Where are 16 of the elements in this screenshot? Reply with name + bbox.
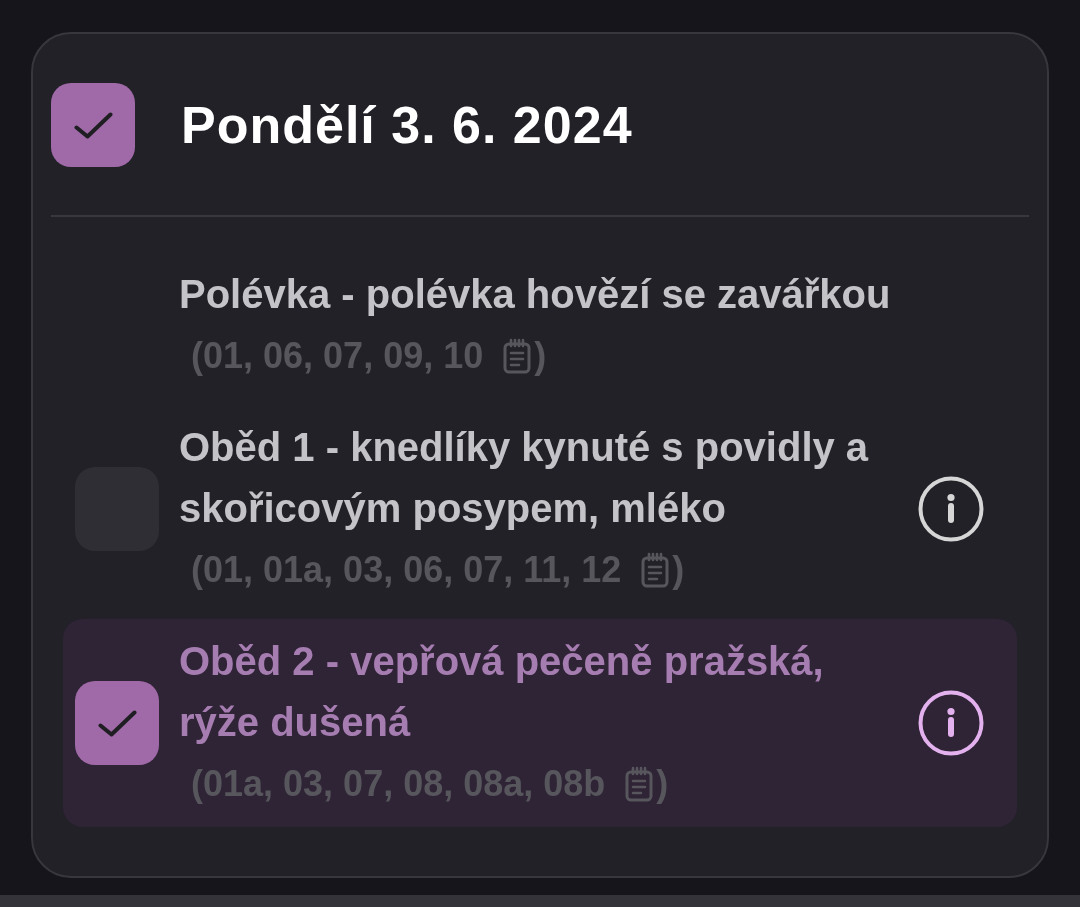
notepad-icon	[503, 338, 532, 374]
checkbox[interactable]	[51, 83, 135, 167]
meal-name: Polévka - polévka hovězí se zavářkou	[179, 271, 892, 318]
notepad-icon	[641, 552, 670, 588]
info-icon[interactable]	[918, 690, 984, 756]
closing-paren: )	[656, 762, 669, 806]
closing-paren: )	[534, 334, 547, 378]
checkbox[interactable]	[75, 681, 159, 765]
meal-name: Oběd 1 - knedlíky kynuté s povidly a skořicovým posypem, mléko	[179, 424, 870, 532]
notepad-icon	[625, 766, 654, 802]
checkmark-icon	[97, 709, 137, 737]
info-icon[interactable]	[918, 476, 984, 542]
checkmark-icon	[73, 111, 113, 139]
meal-name: Oběd 2 - vepřová pečeně pražská, rýže dušená	[179, 638, 825, 746]
day-title: Pondělí 3. 6. 2024	[181, 95, 633, 156]
closing-paren: )	[672, 548, 685, 592]
